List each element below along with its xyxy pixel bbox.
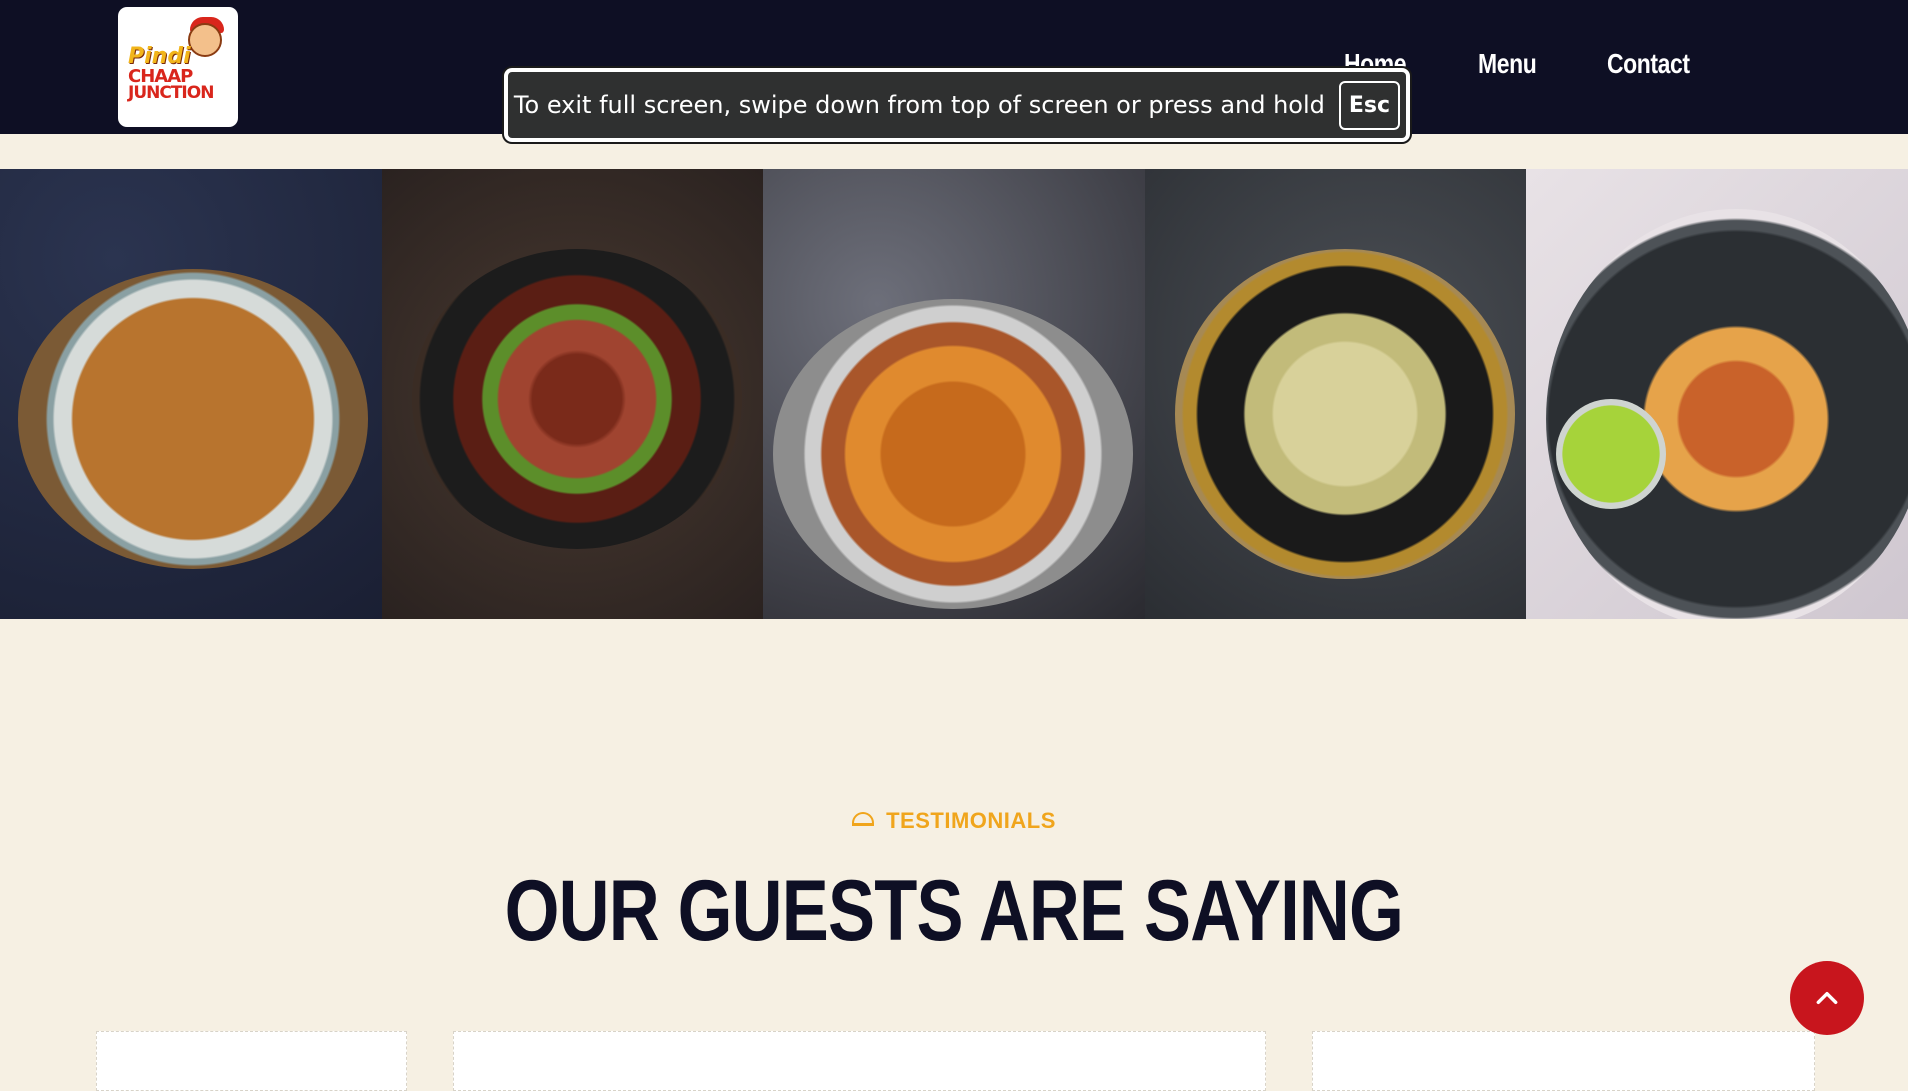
nav-contact[interactable]: Contact	[1607, 48, 1690, 80]
malai-chaap-photo[interactable]	[1144, 169, 1527, 619]
noodles-bowl	[18, 269, 368, 569]
fullscreen-exit-toast: To exit full screen, swipe down from top…	[504, 68, 1410, 142]
fullscreen-toast-message: To exit full screen, swipe down from top…	[513, 91, 1325, 119]
esc-key-badge: Esc	[1338, 80, 1401, 130]
paneer-tikka-skewers-photo[interactable]	[1526, 169, 1908, 619]
malai-chaap-plate	[1174, 249, 1515, 579]
testimonials-heading-text: OUR GUESTS ARE SAYING	[504, 863, 1404, 959]
food-gallery	[0, 169, 1908, 619]
testimonials-heading: OUR GUESTS ARE SAYING	[0, 862, 1908, 961]
logo-emblem: Pindi CHAAP JUNCTION	[124, 13, 232, 121]
mushroom-curry-bowl	[773, 299, 1134, 609]
mushroom-curry-photo[interactable]	[763, 169, 1145, 619]
brand-logo[interactable]: Pindi CHAAP JUNCTION	[118, 7, 238, 127]
chevron-up-icon	[1816, 991, 1838, 1005]
scroll-to-top-button[interactable]	[1790, 961, 1864, 1035]
cloche-icon	[852, 812, 875, 826]
logo-line-3: JUNCTION	[128, 82, 214, 103]
chilli-paneer-photo[interactable]	[381, 169, 764, 619]
testimonials-tag: TESTIMONIALS	[0, 808, 1908, 834]
noodles-photo[interactable]	[0, 169, 382, 619]
nav-menu[interactable]: Menu	[1478, 48, 1537, 80]
logo-line-1: Pindi	[128, 44, 191, 69]
logo-wordmark: Pindi CHAAP JUNCTION	[128, 44, 228, 103]
testimonial-card	[96, 1031, 407, 1091]
testimonials-label: TESTIMONIALS	[886, 808, 1056, 833]
testimonial-card	[453, 1031, 1266, 1091]
chilli-paneer-pan	[411, 249, 742, 549]
green-chutney-bowl	[1556, 399, 1667, 509]
testimonial-card	[1312, 1031, 1815, 1091]
